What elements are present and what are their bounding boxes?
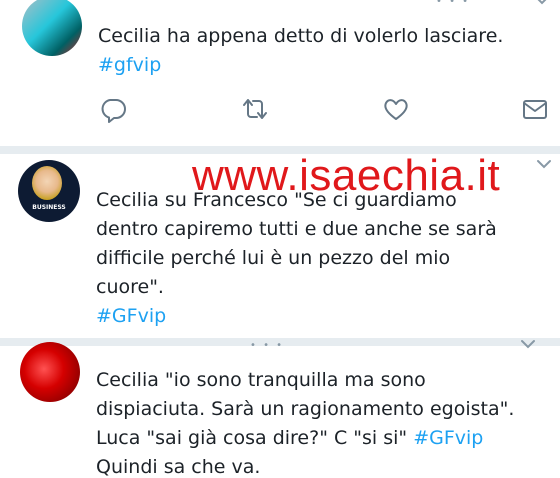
tweet-3[interactable]: • • • Cecilia "io sono tranquilla ma son…	[0, 340, 560, 478]
tweet-text: Cecilia su Francesco "Se ci guardiamo de…	[96, 186, 497, 331]
watermark: www.isaechia.it	[192, 151, 501, 200]
avatar-photo	[32, 166, 62, 200]
heart-icon	[384, 99, 408, 120]
envelope-icon	[523, 100, 547, 119]
tweet-actions	[0, 92, 560, 132]
hashtag-link[interactable]: #GFvip	[96, 302, 497, 331]
hashtag-link[interactable]: #gfvip	[98, 51, 503, 80]
like-button[interactable]	[379, 92, 413, 126]
avatar[interactable]	[22, 0, 82, 56]
chevron-down-icon[interactable]	[520, 338, 536, 350]
retweet-button[interactable]	[238, 92, 272, 126]
tweet-text-line: Luca "sai già cosa dire?" C "si si"	[96, 427, 414, 449]
reply-icon	[101, 99, 126, 123]
hashtag-link[interactable]: #GFvip	[413, 427, 483, 449]
chevron-down-icon[interactable]	[534, 0, 550, 6]
chevron-down-icon[interactable]	[536, 158, 552, 170]
avatar-caption: BUSINESS	[32, 204, 66, 211]
more-dots-icon: • • •	[436, 0, 471, 7]
avatar[interactable]: BUSINESS	[18, 160, 80, 222]
direct-message-button[interactable]	[518, 92, 552, 126]
reply-button[interactable]	[96, 92, 130, 126]
tweet-text: Cecilia "io sono tranquilla ma sono disp…	[96, 369, 515, 478]
tweet-text: Cecilia ha appena detto di volerlo lasci…	[98, 22, 503, 80]
retweet-icon	[243, 99, 267, 119]
more-dots-icon: • • •	[250, 340, 285, 351]
tweet-1[interactable]: • • • Cecilia ha appena detto di volerlo…	[0, 0, 560, 146]
avatar[interactable]	[20, 342, 80, 402]
